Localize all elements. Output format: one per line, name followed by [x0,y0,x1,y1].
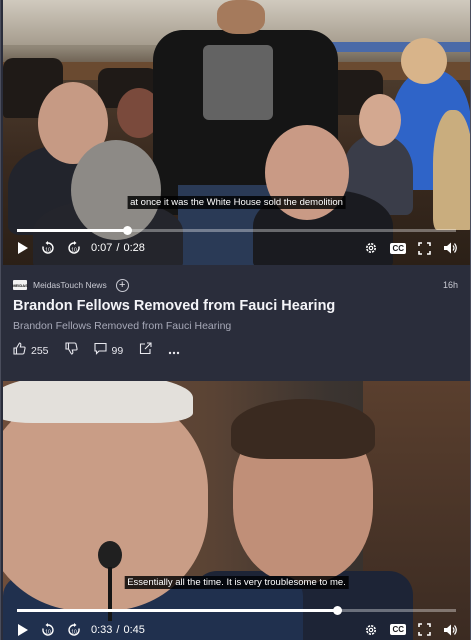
fullscreen-button[interactable] [418,241,431,255]
captions-button[interactable]: CC [390,242,406,254]
source-name[interactable]: MeidasTouch News [33,280,107,290]
volume-button[interactable] [443,241,458,255]
current-time: 0:33 [91,623,113,636]
thumbs-down-icon [64,342,78,360]
post-age: 16h [442,280,458,290]
svg-text:10: 10 [45,248,51,254]
current-time: 0:07 [91,242,113,254]
progress-fill [17,609,338,612]
post-title[interactable]: Brandon Fellows Removed from Fauci Heari… [13,298,335,314]
video-player-1[interactable]: at once it was the White House sold the … [3,0,470,265]
video-frame[interactable] [3,381,470,640]
cc-icon: CC [390,242,406,254]
time-display: 0:07/0:28 [91,242,145,254]
post-subtitle: Brandon Fellows Removed from Fauci Heari… [13,320,232,332]
like-button[interactable]: 255 [13,342,49,360]
follow-source-button[interactable]: + [115,278,129,292]
feed-page: at once it was the White House sold the … [0,0,471,640]
fullscreen-icon [418,241,431,255]
share-button[interactable] [139,342,152,360]
more-options-button[interactable] [168,342,180,360]
play-icon [15,241,29,255]
video-caption: at once it was the White House sold the … [127,196,346,209]
post-actions: 255 99 [13,342,454,360]
video-frame[interactable] [3,0,470,265]
forward-10-button[interactable]: 10 [67,241,81,255]
rewind-10-button[interactable]: 10 [41,622,55,637]
thumbs-up-icon [13,342,26,360]
svg-text:10: 10 [71,629,77,635]
forward-10-icon: 10 [67,241,81,255]
forward-10-button[interactable]: 10 [67,622,81,637]
play-button[interactable] [15,623,29,637]
settings-button[interactable] [364,241,378,255]
post-card[interactable]: MEIDAS MeidasTouch News + 16h Brandon Fe… [1,265,470,381]
more-icon [168,342,180,360]
duration: 0:45 [123,623,145,636]
video-player-2[interactable]: Essentially all the time. It is very tro… [3,381,470,640]
gear-icon [364,623,378,637]
comment-count: 99 [111,345,124,357]
svg-text:10: 10 [45,629,51,635]
cc-icon: CC [390,624,406,635]
fullscreen-button[interactable] [418,623,431,636]
share-icon [139,342,152,360]
svg-text:10: 10 [71,248,77,254]
player-controls: 10 10 0:07/0:28 CC [3,232,470,264]
duration: 0:28 [123,242,145,254]
progress-bar[interactable] [17,606,456,615]
source-row: MEIDAS MeidasTouch News + 16h [12,277,458,293]
volume-icon [443,623,458,637]
rewind-10-icon: 10 [41,241,55,255]
video-caption: Essentially all the time. It is very tro… [124,576,349,589]
player-controls: 10 10 0:33/0:45 CC [3,619,470,640]
comment-icon [93,342,107,360]
time-separator: / [116,623,120,636]
forward-10-icon: 10 [67,622,81,637]
captions-button[interactable]: CC [390,624,406,635]
settings-button[interactable] [364,623,378,637]
fullscreen-icon [418,623,431,636]
dislike-button[interactable] [64,342,78,360]
volume-button[interactable] [443,623,458,637]
time-separator: / [116,242,120,254]
like-count: 255 [31,345,49,357]
rewind-10-button[interactable]: 10 [41,241,55,255]
source-logo[interactable]: MEIDAS [12,280,28,290]
play-button[interactable] [15,241,29,255]
comment-button[interactable]: 99 [93,342,124,360]
gear-icon [364,241,378,255]
volume-icon [443,241,458,255]
time-display: 0:33/0:45 [91,624,145,636]
rewind-10-icon: 10 [41,622,55,637]
play-icon [15,623,29,637]
